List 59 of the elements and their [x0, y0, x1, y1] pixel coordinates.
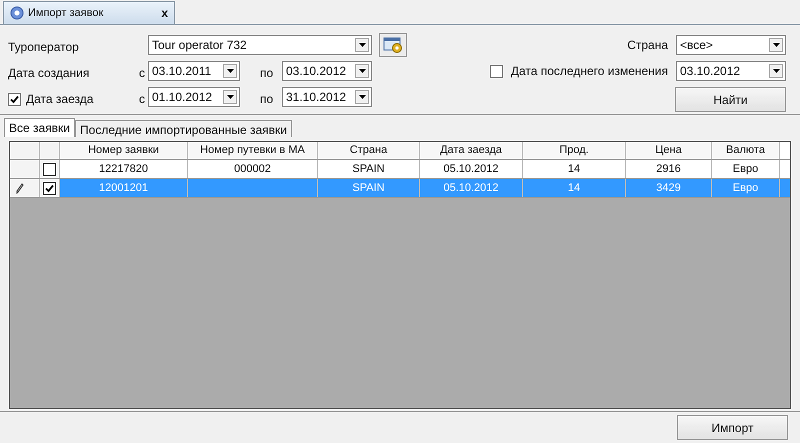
table-cell: SPAIN [318, 160, 420, 178]
table-cell: 2916 [626, 160, 712, 178]
table-cell: Евро [712, 179, 780, 197]
dropdown-icon [355, 90, 369, 104]
date-field[interactable]: 03.10.2012 [282, 61, 372, 81]
table-cell: 000002 [188, 160, 318, 178]
find-button[interactable]: Найти [675, 87, 786, 112]
tour-operator-combo[interactable]: Tour operator 732 [148, 35, 372, 55]
tab[interactable]: Все заявки [4, 118, 76, 137]
column-header[interactable]: Валюта [712, 142, 780, 159]
checkbox[interactable] [43, 182, 56, 194]
document-tab[interactable]: Импорт заявок x [3, 1, 175, 24]
dropdown-icon [223, 64, 237, 78]
dropdown-icon [769, 38, 783, 52]
column-header[interactable]: Цена [626, 142, 712, 159]
column-header[interactable]: Номер заявки [60, 142, 188, 159]
tab-title: Импорт заявок [28, 6, 104, 21]
settings-button[interactable] [379, 33, 407, 57]
row-header[interactable] [10, 179, 40, 197]
import-button[interactable]: Импорт [677, 415, 788, 440]
to-label: по [260, 65, 274, 82]
checkbox[interactable] [43, 162, 56, 176]
dropdown-icon [769, 64, 783, 78]
to-label: по [260, 91, 274, 108]
checkbox-label: Дата последнего изменения [510, 63, 668, 80]
tab[interactable]: Последние импортированные заявки [75, 120, 292, 137]
checkbox[interactable] [490, 64, 503, 78]
column-header[interactable]: Страна [318, 142, 420, 159]
pencil-icon [16, 182, 24, 194]
column-header[interactable]: Номер путевки в МА [188, 142, 318, 159]
country-combo[interactable]: <все> [676, 35, 786, 55]
table-cell: SPAIN [318, 179, 420, 197]
dropdown-icon [355, 64, 369, 78]
from-label: с [139, 65, 146, 82]
checkbox[interactable] [8, 92, 21, 106]
table-cell: 14 [523, 179, 626, 197]
window-gear-icon [383, 36, 403, 54]
table-cell: 05.10.2012 [420, 160, 523, 178]
close-button[interactable]: x [161, 4, 168, 22]
table-cell: 3429 [626, 179, 712, 197]
field-label: Дата создания [8, 65, 90, 82]
column-header[interactable]: Прод. [523, 142, 626, 159]
from-label: с [139, 91, 146, 108]
table-cell: Евро [712, 160, 780, 178]
field-label: Туроператор [8, 39, 80, 56]
date-field[interactable]: 01.10.2012 [148, 87, 240, 107]
table-cell: 14 [523, 160, 626, 178]
table-cell: 12217820 [60, 160, 188, 178]
dropdown-icon [223, 90, 237, 104]
date-field[interactable]: 03.10.2011 [148, 61, 240, 81]
date-field[interactable]: 31.10.2012 [282, 87, 372, 107]
checkbox-label: Дата заезда [26, 91, 94, 108]
date-field[interactable]: 03.10.2012 [676, 61, 786, 81]
dropdown-icon [355, 38, 369, 52]
table-cell: 12001201 [60, 179, 188, 197]
field-label: Страна [627, 37, 668, 54]
table-row[interactable]: 12217820 000002 SPAIN 05.10.2012 14 2916 Евро [10, 160, 790, 179]
table-cell: 05.10.2012 [420, 179, 523, 197]
column-header[interactable]: Дата заезда [420, 142, 523, 159]
